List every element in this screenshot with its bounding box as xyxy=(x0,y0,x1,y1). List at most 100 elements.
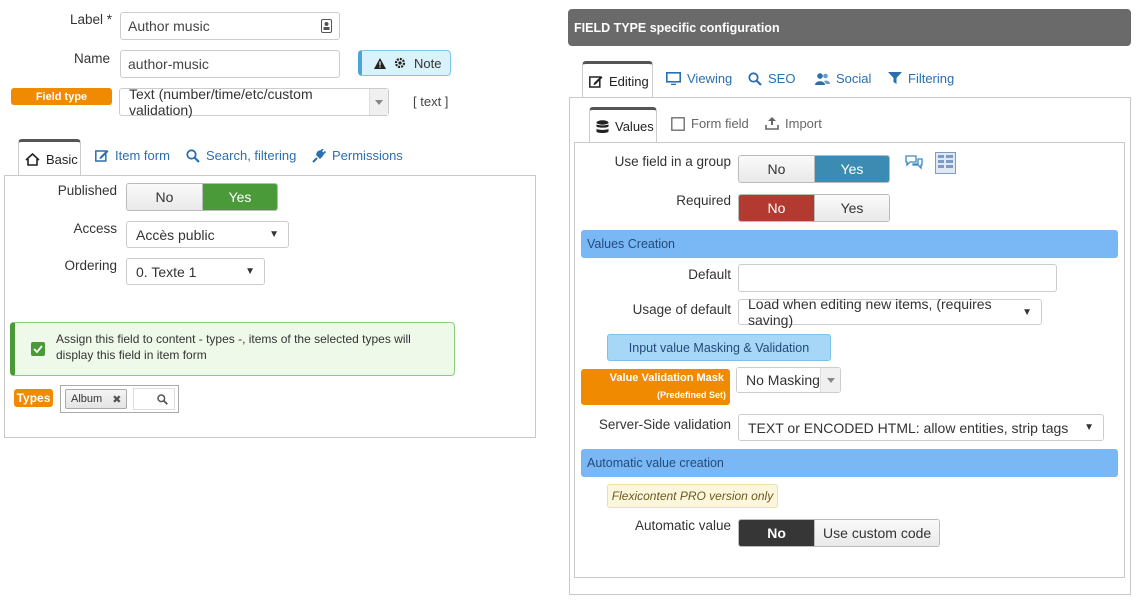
search-icon xyxy=(186,148,200,163)
published-toggle[interactable]: No Yes xyxy=(126,183,278,211)
field-type-badge: Field type xyxy=(11,88,112,105)
tab-social[interactable]: Social xyxy=(815,71,871,86)
label-input[interactable]: Author music xyxy=(120,12,340,40)
type-tag-label: Album xyxy=(71,393,103,405)
required-no-button[interactable]: No xyxy=(739,195,814,221)
field-group-icon[interactable] xyxy=(935,152,956,174)
field-type-select[interactable]: Text (number/time/etc/custom validation) xyxy=(119,86,389,118)
required-label: Required xyxy=(676,193,731,208)
auto-value-creation-header: Automatic value creation xyxy=(581,449,1118,477)
tab-search-filtering[interactable]: Search, filtering xyxy=(186,148,296,163)
access-label: Access xyxy=(73,221,117,236)
types-multiselect[interactable]: Album ✖ xyxy=(60,385,179,413)
default-input[interactable] xyxy=(738,264,1057,292)
tab-social-label: Social xyxy=(836,71,872,86)
edit-icon xyxy=(95,149,109,162)
usage-default-label: Usage of default xyxy=(632,302,731,317)
use-group-label: Use field in a group xyxy=(614,154,731,169)
usage-default-value: Load when editing new items, (requires s… xyxy=(748,296,992,328)
published-yes-button[interactable]: Yes xyxy=(202,184,277,210)
use-group-toggle[interactable]: No Yes xyxy=(738,155,890,183)
tab-item-form[interactable]: Item form xyxy=(95,148,170,163)
use-group-no-button[interactable]: No xyxy=(739,156,814,182)
tab-basic[interactable]: Basic xyxy=(18,139,81,176)
automatic-value-label: Automatic value xyxy=(634,518,731,533)
tab-viewing[interactable]: Viewing xyxy=(666,71,732,86)
caret-down-icon: ▼ xyxy=(245,266,255,277)
remove-tag-icon[interactable]: ✖ xyxy=(112,393,121,406)
tab-search-filtering-label: Search, filtering xyxy=(206,148,297,163)
search-icon xyxy=(748,71,762,86)
users-icon xyxy=(815,72,830,85)
ordering-select[interactable]: 0. Texte 1 ▼ xyxy=(126,258,265,285)
tab-permissions-label: Permissions xyxy=(332,148,403,163)
name-input[interactable]: author-music xyxy=(120,50,340,78)
warning-icon xyxy=(374,57,386,69)
use-custom-code-button[interactable]: Use custom code xyxy=(814,520,939,546)
subtab-form-field[interactable]: Form field xyxy=(671,116,749,131)
checkbox-checked-icon[interactable] xyxy=(31,342,45,356)
default-label: Default xyxy=(688,267,731,282)
mask-badge-subtitle: (Predefined Set) xyxy=(656,390,726,400)
ordering-label: Ordering xyxy=(64,258,117,273)
field-type-value: Text (number/time/etc/custom validation) xyxy=(129,86,313,118)
mask-select-value: No Masking xyxy=(746,372,820,388)
subtab-values[interactable]: Values xyxy=(589,107,657,143)
label-field-label: Label * xyxy=(69,12,112,27)
access-value: Accès public xyxy=(136,226,215,243)
checkbox-icon xyxy=(671,116,685,131)
caret-down-icon: ▼ xyxy=(269,229,279,240)
server-validation-value: TEXT or ENCODED HTML: allow entities, st… xyxy=(748,419,1069,436)
name-input-value: author-music xyxy=(128,56,209,72)
published-label: Published xyxy=(57,183,117,198)
edit-icon xyxy=(589,75,603,88)
tab-editing[interactable]: Editing xyxy=(582,61,653,98)
types-search-input[interactable] xyxy=(133,388,176,410)
pro-version-note: Flexicontent PRO version only xyxy=(607,484,778,508)
subtab-import-label: Import xyxy=(785,116,822,131)
contact-card-icon xyxy=(321,19,332,33)
filter-icon xyxy=(888,72,902,85)
required-yes-button[interactable]: Yes xyxy=(814,195,889,221)
tab-item-form-label: Item form xyxy=(115,148,170,163)
name-field-label: Name xyxy=(73,51,110,66)
server-validation-select[interactable]: TEXT or ENCODED HTML: allow entities, st… xyxy=(738,414,1104,441)
assign-types-text: Assign this field to content - types -, … xyxy=(56,332,411,362)
comments-icon[interactable] xyxy=(905,155,923,171)
config-header: FIELD TYPE specific configuration xyxy=(568,9,1131,46)
monitor-icon xyxy=(666,72,681,85)
automatic-value-toggle[interactable]: No Use custom code xyxy=(738,519,940,547)
database-icon xyxy=(596,119,609,134)
use-group-yes-button[interactable]: Yes xyxy=(814,156,889,182)
tab-filtering-label: Filtering xyxy=(908,71,955,86)
types-badge: Types xyxy=(14,389,53,407)
label-input-value: Author music xyxy=(128,18,210,34)
tab-filtering[interactable]: Filtering xyxy=(888,71,954,86)
usage-default-select[interactable]: Load when editing new items, (requires s… xyxy=(738,296,1042,328)
tab-editing-label: Editing xyxy=(609,73,649,89)
published-no-button[interactable]: No xyxy=(127,184,202,210)
chevron-down-icon xyxy=(820,368,840,392)
subtab-values-label: Values xyxy=(615,119,654,134)
gear-icon xyxy=(394,57,406,69)
access-select[interactable]: Accès public ▼ xyxy=(126,221,289,248)
plug-icon xyxy=(311,148,326,163)
search-icon xyxy=(157,393,169,405)
caret-down-icon: ▼ xyxy=(1022,306,1032,318)
required-toggle[interactable]: No Yes xyxy=(738,194,890,222)
masking-validation-button[interactable]: Input value Masking & Validation xyxy=(607,334,831,361)
type-tag-album[interactable]: Album ✖ xyxy=(65,389,128,409)
tab-basic-label: Basic xyxy=(46,151,78,167)
tab-permissions[interactable]: Permissions xyxy=(311,148,403,163)
mask-select[interactable]: No Masking xyxy=(736,367,841,393)
caret-down-icon: ▼ xyxy=(1084,422,1094,433)
tab-seo[interactable]: SEO xyxy=(748,71,795,86)
automatic-value-no-button[interactable]: No xyxy=(739,520,815,546)
subtab-import[interactable]: Import xyxy=(765,116,822,131)
tab-seo-label: SEO xyxy=(768,71,796,86)
assign-types-alert: Assign this field to content - types -, … xyxy=(10,322,455,376)
values-creation-header: Values Creation xyxy=(581,230,1118,258)
mask-badge: Value Validation Mask (Predefined Set) xyxy=(581,369,730,405)
note-button[interactable]: Note xyxy=(358,50,451,76)
home-icon xyxy=(25,152,40,166)
